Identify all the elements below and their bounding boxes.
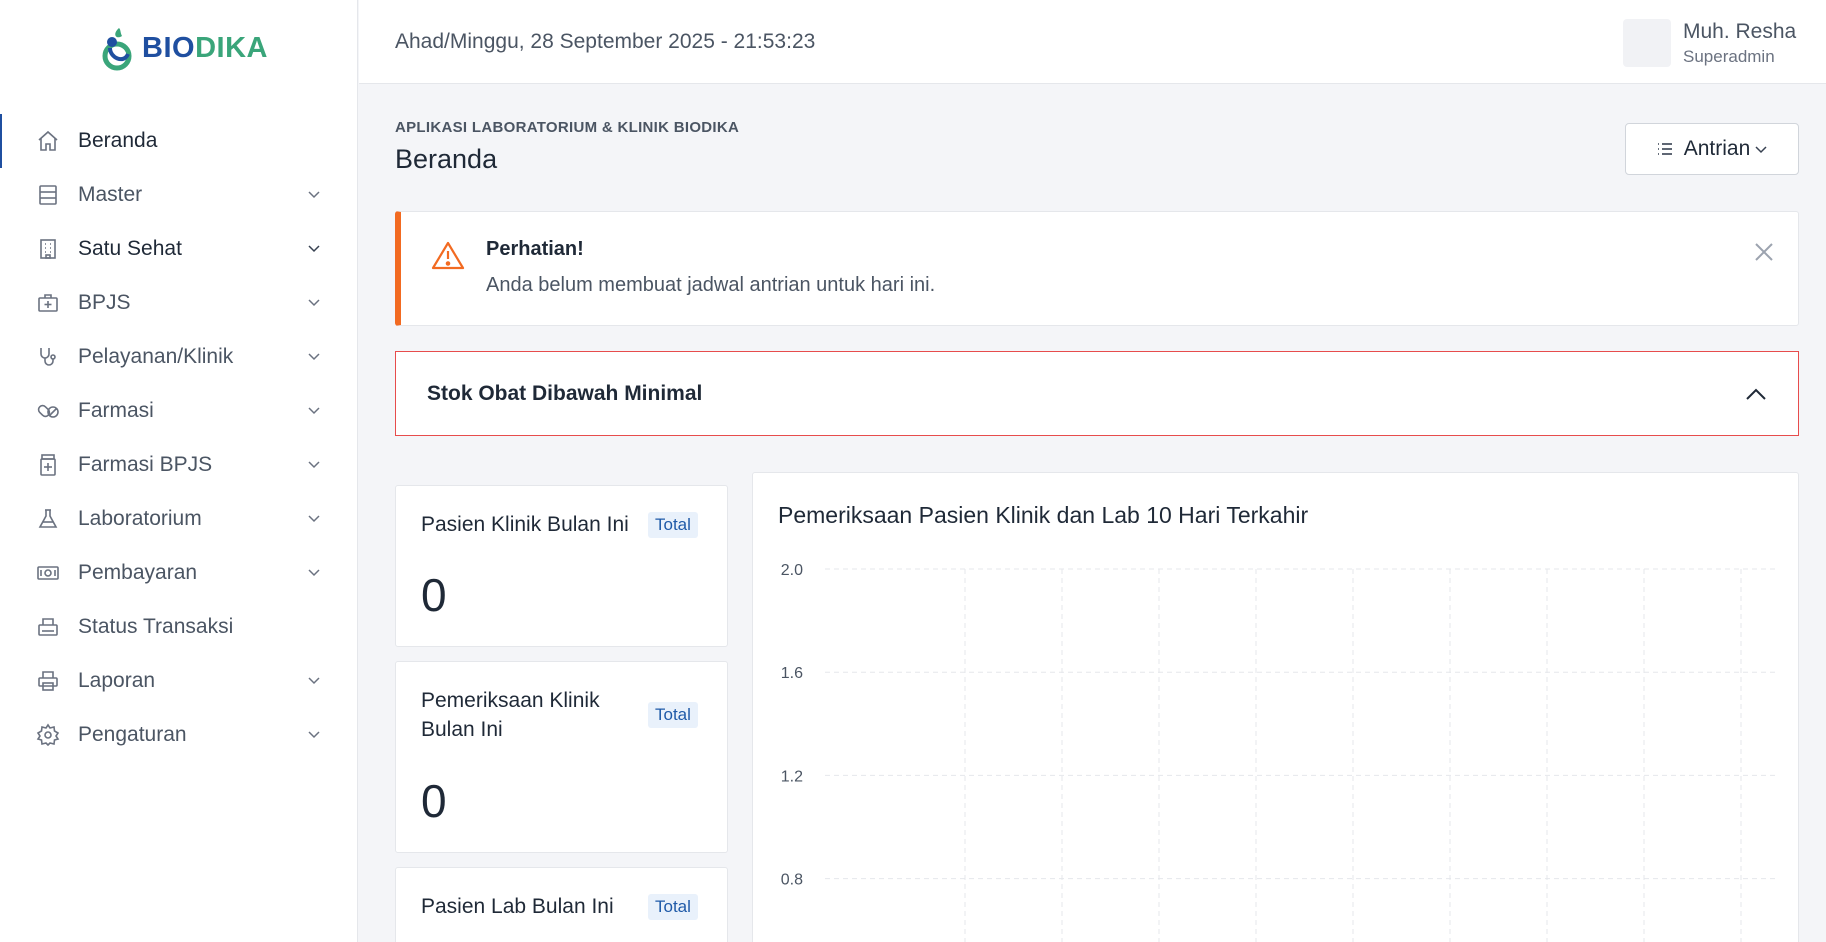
printer-receipt-icon [36,615,60,639]
brand-part-bio: BIO [142,31,196,64]
antrian-label: Antrian [1683,137,1751,160]
sidebar-item-label: Pelayanan/Klinik [78,345,234,368]
sidebar-item-farmasi[interactable]: Farmasi [0,384,357,438]
sidebar-item-label: Pembayaran [78,561,198,584]
brand-part-dika: DIKA [195,31,268,64]
card-value: 0 [421,775,447,827]
printer-icon [36,669,60,693]
chart-panel: Pemeriksaan Pasien Klinik dan Lab 10 Har… [752,472,1799,942]
y-tick-label: 2.0 [781,562,803,579]
sidebar-item-label: Satu Sehat [78,237,182,260]
user-name[interactable]: Muh. Resha [1683,20,1796,44]
chevron-down-icon [1755,146,1767,154]
sidebar-item-label: BPJS [78,291,131,314]
biodika-logo-icon [102,28,132,71]
sidebar-item-farmasi-bpjs[interactable]: Farmasi BPJS [0,438,357,492]
sidebar-item-label: Laporan [78,669,156,692]
chevron-down-icon [308,353,320,361]
sidebar-item-pelayanan-klinik[interactable]: Pelayanan/Klinik [0,330,357,384]
pills-icon [36,399,60,423]
close-icon[interactable] [1752,240,1776,264]
chevron-down-icon [308,731,320,739]
stat-card-pasien-klinik: Pasien Klinik Bulan Ini Total 0 [395,485,728,647]
brand-name: BIODIKA [142,32,268,65]
medicine-bottle-icon [36,453,60,477]
top-header: Ahad/Minggu, 28 September 2025 - 21:53:2… [359,0,1826,84]
user-role: Superadmin [1683,47,1775,66]
avatar[interactable] [1623,19,1671,67]
sidebar-item-pengaturan[interactable]: Pengaturan [0,708,357,762]
flask-icon [36,507,60,531]
list-icon [1657,143,1672,155]
total-badge: Total [648,512,698,538]
gear-icon [36,723,60,747]
card-title: Pemeriksaan Klinik Bulan Ini [421,689,600,741]
current-datetime: Ahad/Minggu, 28 September 2025 - 21:53:2… [395,30,816,53]
breadcrumb: APLIKASI LABORATORIUM & KLINIK BIODIKA [395,119,740,136]
database-icon [36,183,60,207]
chevron-down-icon [308,407,320,415]
sidebar-nav: Beranda Master Satu Sehat BPJS Pelayanan… [0,114,357,762]
medical-kit-icon [36,291,60,315]
sidebar-item-pembayaran[interactable]: Pembayaran [0,546,357,600]
alert-title: Perhatian! [486,238,584,260]
cash-icon [36,561,60,585]
sidebar-item-label: Status Transaksi [78,615,234,638]
y-tick-label: 0.8 [781,872,803,889]
stok-obat-title: Stok Obat Dibawah Minimal [427,382,703,405]
chevron-down-icon [308,569,320,577]
sidebar: BIODIKA Beranda Master Satu Sehat BPJS P… [0,0,358,942]
card-title: Pasien Klinik Bulan Ini [421,513,629,536]
home-icon [36,129,60,153]
sidebar-item-laboratorium[interactable]: Laboratorium [0,492,357,546]
building-icon [36,237,60,261]
sidebar-item-label: Farmasi BPJS [78,453,213,476]
alert-message: Anda belum membuat jadwal antrian untuk … [486,274,936,296]
sidebar-item-label: Beranda [78,129,158,152]
total-badge: Total [648,894,698,920]
warning-triangle-icon [431,241,465,270]
page-title: Beranda [395,144,498,174]
total-badge: Total [648,702,698,728]
chevron-down-icon [308,245,320,253]
card-title: Pasien Lab Bulan Ini [421,895,614,918]
antrian-dropdown-button[interactable]: Antrian [1625,123,1799,175]
sidebar-item-label: Master [78,183,143,206]
chevron-down-icon [308,461,320,469]
sidebar-item-label: Laboratorium [78,507,202,530]
stethoscope-icon [36,345,60,369]
chevron-down-icon [308,299,320,307]
chevron-down-icon [308,515,320,523]
chevron-down-icon [308,677,320,685]
warning-alert: Perhatian! Anda belum membuat jadwal ant… [395,211,1799,326]
sidebar-item-laporan[interactable]: Laporan [0,654,357,708]
stat-card-pasien-lab: Pasien Lab Bulan Ini Total [395,867,728,942]
card-value: 0 [421,569,447,621]
brand-logo[interactable]: BIODIKA [102,24,268,72]
sidebar-item-label: Pengaturan [78,723,187,746]
sidebar-item-beranda[interactable]: Beranda [0,114,357,168]
sidebar-item-bpjs[interactable]: BPJS [0,276,357,330]
chart-plot: 2.0 1.6 1.2 0.8 [781,562,1778,942]
sidebar-item-status-transaksi[interactable]: Status Transaksi [0,600,357,654]
stat-card-pemeriksaan-klinik: Pemeriksaan Klinik Bulan Ini Total 0 [395,661,728,853]
stok-obat-panel[interactable]: Stok Obat Dibawah Minimal [395,351,1799,436]
chevron-up-icon[interactable] [1744,384,1768,404]
sidebar-item-label: Farmasi [78,399,154,422]
sidebar-item-master[interactable]: Master [0,168,357,222]
sidebar-item-satu-sehat[interactable]: Satu Sehat [0,222,357,276]
chevron-down-icon [308,191,320,199]
y-tick-label: 1.2 [781,768,803,785]
y-tick-label: 1.6 [781,665,803,682]
